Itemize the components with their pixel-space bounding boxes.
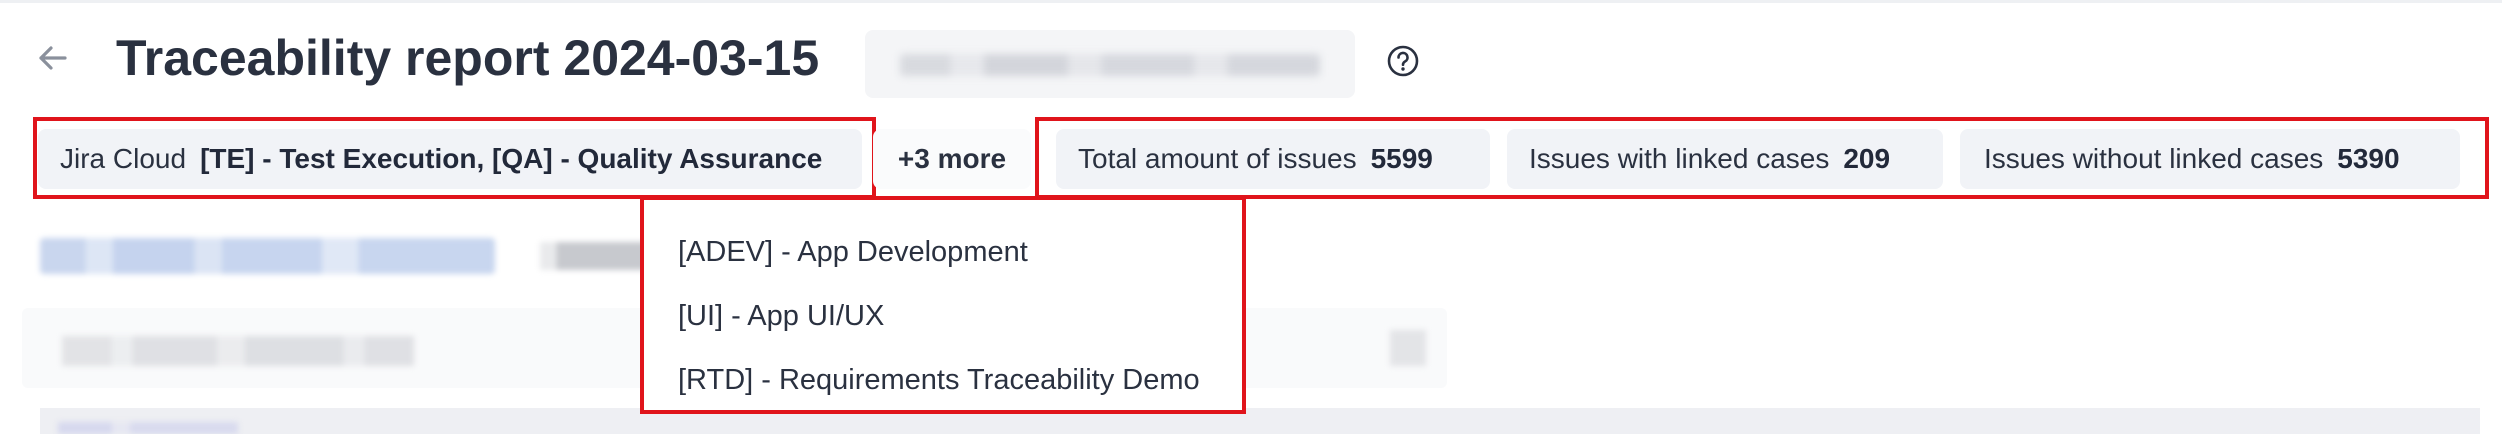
page-title: Traceability report 2024-03-15 — [116, 30, 820, 86]
total-issues-value: 5599 — [1370, 143, 1433, 174]
total-issues-label: Total amount of issues — [1078, 143, 1357, 174]
unlinked-issues-label: Issues without linked cases — [1984, 143, 2324, 174]
blurred-panel-text — [62, 336, 414, 366]
dropdown-item-ui[interactable]: [UI] - App UI/UX — [644, 284, 1242, 348]
dropdown-item-rtd[interactable]: [RTD] - Requirements Traceability Demo — [644, 348, 1242, 412]
linked-issues-label: Issues with linked cases — [1529, 143, 1830, 174]
dropdown-item-adev[interactable]: [ADEV] - App Development — [644, 220, 1242, 284]
arrow-left-icon — [37, 45, 67, 76]
blurred-tab — [540, 242, 650, 270]
top-border — [0, 0, 2502, 3]
back-button[interactable] — [30, 38, 74, 82]
blurred-table-header — [40, 408, 2480, 434]
more-projects-dropdown: [ADEV] - App Development [UI] - App UI/U… — [640, 196, 1246, 414]
question-circle-icon — [1386, 44, 1420, 83]
total-issues-chip: Total amount of issues 5599 — [1056, 129, 1490, 189]
linked-issues-value: 209 — [1843, 143, 1891, 174]
more-projects-button[interactable]: +3 more — [873, 129, 1031, 189]
unlinked-issues-value: 5390 — [2337, 143, 2400, 174]
help-button[interactable] — [1386, 44, 1420, 83]
linked-issues-chip: Issues with linked cases 209 — [1507, 129, 1943, 189]
projects-label: [TE] - Test Execution, [QA] - Quality As… — [200, 143, 823, 174]
blurred-tabs — [40, 238, 495, 274]
source-projects-chip: Jira Cloud [TE] - Test Execution, [QA] -… — [38, 129, 862, 189]
blurred-report-name — [865, 30, 1355, 98]
blurred-panel-icon — [1390, 330, 1426, 366]
source-label: Jira Cloud — [60, 143, 187, 174]
unlinked-issues-chip: Issues without linked cases 5390 — [1960, 129, 2460, 189]
